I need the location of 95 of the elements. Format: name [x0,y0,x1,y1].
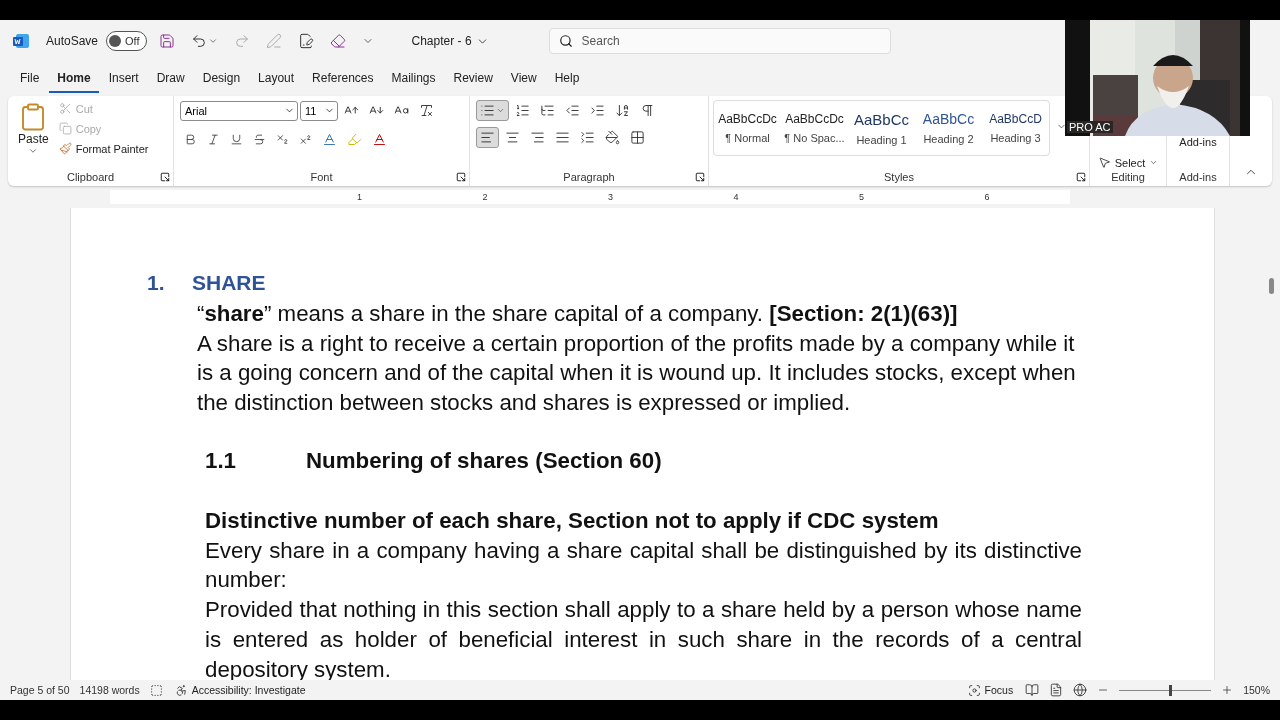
word-count[interactable]: 14198 words [79,684,140,696]
numbering-icon[interactable] [515,103,530,118]
caret-icon[interactable] [207,36,218,46]
style-option[interactable]: AaBbCcDc ¶ No Spac... [781,101,848,155]
heading: SHARE [192,270,266,296]
ribbon-tab[interactable]: File [12,65,48,93]
ribbon-tab[interactable]: References [304,65,382,93]
ribbon-tab[interactable]: Review [445,65,501,93]
text-effects-icon[interactable] [322,132,337,147]
paragraph-heading: Distinctive number of each share, Section not to apply if CDC system [205,506,940,535]
ribbon-tab[interactable]: Home [49,65,99,93]
group-label: Paragraph [563,171,615,185]
autosave-label: AutoSave [46,34,99,48]
ruler-number: 6 [984,192,990,202]
proofing-icon[interactable] [149,683,163,697]
group-label: Editing [1111,171,1145,185]
dialog-launcher-icon[interactable] [695,172,705,182]
group-label: Font [310,171,333,185]
font-size-field[interactable]: 11 [300,100,338,121]
paragraph: “share” means a share in the share capital of a company. [Section: 2(1)(63)] [197,299,959,328]
ruler-number: 2 [482,192,488,202]
pointer-icon[interactable] [1097,156,1111,169]
caret-icon[interactable] [496,106,505,115]
underline-icon[interactable] [230,133,243,146]
word-logo-icon [12,32,30,50]
format-painter-button[interactable]: Format Painter [56,140,151,157]
subscript-icon[interactable] [276,133,289,146]
ribbon-tab[interactable]: Layout [250,65,303,93]
increase-indent-icon[interactable] [590,103,605,118]
borders-icon[interactable] [630,130,645,145]
group-label: Styles [884,171,914,185]
bold-icon[interactable] [184,133,197,146]
heading: Numbering of shares (Section 60) [306,447,662,475]
read-mode-icon[interactable] [1025,683,1040,697]
paintbrush-icon[interactable] [58,142,72,155]
sort-icon[interactable] [615,103,630,118]
group-label: Clipboard [66,171,115,185]
signature-icon[interactable] [297,33,314,49]
shading-icon[interactable] [605,130,620,145]
line-spacing-icon[interactable] [580,130,595,145]
accessibility-icon[interactable] [174,683,188,697]
ribbon-tab[interactable]: Help [546,65,588,93]
focus-icon[interactable] [967,683,981,697]
style-option[interactable]: AaBbCc Heading 2 [915,101,982,155]
scrollbar-thumb[interactable] [1269,278,1274,294]
video-caption: PRO AC [1067,121,1113,133]
font-name-field[interactable]: Arial [180,100,298,121]
accessibility-button[interactable]: Accessibility: Investigate [172,681,308,699]
ribbon-tab[interactable]: View [502,65,545,93]
dialog-launcher-icon[interactable] [456,172,466,182]
ruler-number: 3 [608,192,614,202]
zoom-level[interactable]: 150% [1243,684,1270,696]
select-button[interactable]: Select [1095,154,1161,171]
style-option[interactable]: AaBbCcD Heading 3 [982,101,1049,155]
ruler-number: 4 [733,192,739,202]
decrease-indent-icon[interactable] [565,103,580,118]
superscript-icon[interactable] [299,133,312,146]
web-layout-icon[interactable] [1073,683,1088,697]
save-icon[interactable] [158,33,175,49]
slider-thumb[interactable] [1168,684,1172,696]
add-ins-button[interactable]: Add-ins [1177,134,1219,150]
strikethrough-icon[interactable] [253,133,266,146]
ribbon-tab[interactable]: Mailings [383,65,444,93]
search-field[interactable]: Search [548,28,891,54]
focus-button[interactable]: Focus [965,681,1016,699]
style-option[interactable]: AaBbCc Heading 1 [848,101,915,155]
paragraph: Every share in a company having a share capital shall be distinguished by its distinctive number: [205,536,1082,595]
clear-formatting-icon[interactable] [419,103,434,118]
dialog-launcher-icon[interactable] [160,172,170,182]
multilevel-list-icon[interactable] [540,103,555,118]
autosave-toggle[interactable]: Off [106,31,147,51]
document-title[interactable]: Chapter - 6 [405,33,495,49]
caret-icon[interactable] [1149,158,1159,167]
page-count[interactable]: Page 5 of 50 [10,684,70,696]
ribbon-tab[interactable]: Insert [100,65,147,93]
ruler-number: 1 [357,192,362,202]
caret-icon[interactable] [28,146,39,156]
ribbon-tab[interactable]: Design [194,65,249,93]
ruler-number: 5 [859,192,865,202]
zoom-in-icon[interactable] [1221,684,1234,696]
bullet-list-icon[interactable] [480,103,495,118]
group-label: Add-ins [1179,170,1217,185]
style-option[interactable]: AaBbCcDc ¶ Normal [714,101,781,155]
pilcrow-icon[interactable] [640,103,655,118]
print-layout-icon[interactable] [1049,683,1064,697]
dialog-launcher-icon[interactable] [1076,172,1086,182]
paste-button[interactable]: Paste [14,100,53,171]
eraser-icon[interactable] [329,33,346,49]
heading-number: 1.1 [205,447,237,475]
ribbon-tab[interactable]: Draw [148,65,193,93]
italic-icon[interactable] [207,133,220,146]
heading-number: 1. [147,270,166,296]
undo-icon[interactable] [190,33,207,49]
paragraph: A share is a right to receive a certain proportion of the profits made by a company while it is a going concern and of the capital when it is wound up. It includes stocks, except when the distinction between stocks and shares is expressed or implied. [197,329,1077,418]
font-color-icon[interactable] [372,132,387,147]
